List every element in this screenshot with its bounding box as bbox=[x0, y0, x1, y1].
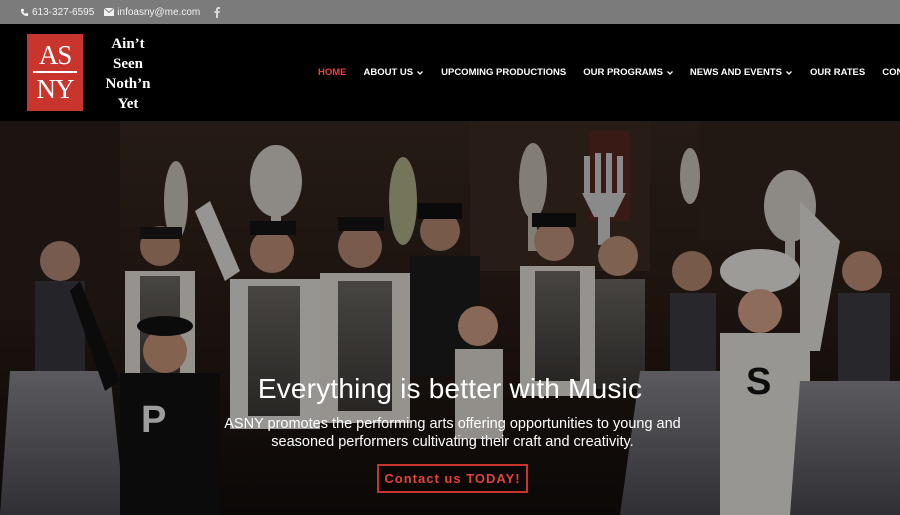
nav-upcoming-productions[interactable]: UPCOMING PRODUCTIONS bbox=[441, 67, 566, 78]
chevron-down-icon bbox=[785, 70, 792, 75]
hero-section: P S Everything is better with Music ASNY… bbox=[0, 121, 900, 515]
phone-icon bbox=[20, 8, 29, 16]
nav-contact-us[interactable]: CONTACT US bbox=[882, 67, 900, 78]
logo-tagline: Ain’t Seen Noth’n Yet bbox=[92, 34, 164, 114]
logo-line-1: AS bbox=[38, 40, 73, 70]
facebook-link[interactable] bbox=[214, 6, 221, 18]
asny-logo[interactable]: AS NY bbox=[27, 34, 83, 111]
chevron-down-icon bbox=[417, 70, 424, 75]
tagline-line-3: Noth’n bbox=[105, 76, 151, 92]
phone-number: 613-327-6595 bbox=[32, 6, 95, 18]
nav-label: UPCOMING PRODUCTIONS bbox=[441, 67, 567, 78]
email-contact[interactable]: infoasny@me.com bbox=[104, 7, 200, 18]
site-header: AS NY Ain’t Seen Noth’n Yet HOME ABOUT U… bbox=[0, 24, 900, 121]
tagline-line-1: Ain’t bbox=[111, 36, 145, 52]
phone-contact[interactable]: 613-327-6595 bbox=[20, 7, 94, 18]
nav-label: ABOUT US bbox=[363, 67, 414, 78]
facebook-icon bbox=[214, 6, 221, 18]
nav-label: OUR RATES bbox=[809, 67, 866, 78]
tagline-line-4: Yet bbox=[117, 96, 139, 112]
nav-news-and-events[interactable]: NEWS AND EVENTS bbox=[690, 67, 792, 78]
nav-label: CONTACT US bbox=[882, 67, 900, 78]
contact-us-today-button[interactable]: Contact us TODAY! bbox=[377, 464, 528, 493]
email-address: infoasny@me.com bbox=[117, 6, 201, 18]
nav-label: NEWS AND EVENTS bbox=[689, 67, 782, 78]
hero-title: Everything is better with Music bbox=[257, 373, 643, 404]
top-bar: 613-327-6595 infoasny@me.com bbox=[0, 0, 900, 24]
email-icon bbox=[104, 8, 115, 16]
tagline-line-2: Seen bbox=[113, 56, 143, 72]
nav-about-us[interactable]: ABOUT US bbox=[364, 67, 424, 78]
chevron-down-icon bbox=[666, 70, 673, 75]
main-nav: HOME ABOUT US UPCOMING PRODUCTIONS OUR P… bbox=[318, 67, 900, 78]
logo-line-2: NY bbox=[36, 74, 75, 104]
hero-description: ASNY promotes the performing arts offeri… bbox=[224, 416, 681, 450]
nav-label: HOME bbox=[318, 67, 347, 78]
logo-divider bbox=[33, 71, 77, 73]
nav-our-rates[interactable]: OUR RATES bbox=[810, 67, 865, 78]
nav-our-programs[interactable]: OUR PROGRAMS bbox=[583, 67, 673, 78]
nav-label: OUR PROGRAMS bbox=[583, 67, 663, 78]
hero-overlay bbox=[0, 121, 900, 515]
nav-home[interactable]: HOME bbox=[318, 67, 347, 78]
